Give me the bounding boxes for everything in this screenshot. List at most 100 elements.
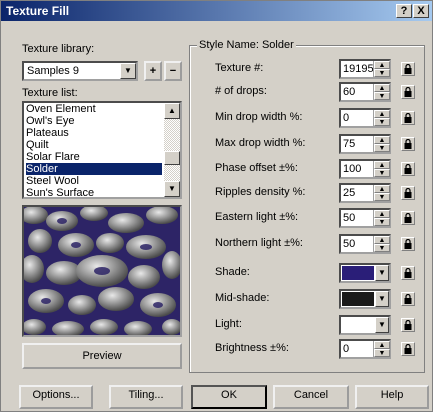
color-picker[interactable]: ▼	[339, 315, 391, 335]
lock-button[interactable]	[401, 85, 415, 99]
param-spinbox[interactable]: 19195 ▲ ▼	[339, 59, 391, 79]
spin-up-icon[interactable]: ▲	[374, 110, 390, 118]
color-label: Light:	[215, 318, 242, 330]
options-button[interactable]: Options...	[19, 385, 93, 409]
cancel-button[interactable]: Cancel	[273, 385, 349, 409]
list-item[interactable]: Plateaus	[26, 127, 69, 139]
lock-button[interactable]	[401, 342, 415, 356]
param-spinbox[interactable]: 50 ▲ ▼	[339, 234, 391, 254]
spin-buttons[interactable]: ▲ ▼	[373, 185, 390, 201]
lock-icon	[404, 87, 412, 97]
ok-button[interactable]: OK	[191, 385, 267, 409]
spin-up-icon[interactable]: ▲	[374, 236, 390, 244]
list-scrollbar[interactable]: ▲ ▼	[164, 103, 180, 197]
lock-button[interactable]	[401, 162, 415, 176]
color-picker[interactable]: ▼	[339, 263, 391, 283]
spin-buttons[interactable]: ▲ ▼	[373, 210, 390, 226]
lock-button[interactable]	[401, 292, 415, 306]
texture-list-label: Texture list:	[22, 87, 78, 99]
lock-button[interactable]	[401, 237, 415, 251]
spin-buttons[interactable]: ▲ ▼	[373, 110, 390, 126]
spin-down-icon[interactable]: ▼	[374, 169, 390, 177]
chevron-down-icon[interactable]: ▼	[120, 63, 136, 79]
spin-down-icon[interactable]: ▼	[374, 69, 390, 77]
lock-button[interactable]	[401, 111, 415, 125]
color-label: Shade:	[215, 266, 250, 278]
close-icon: X	[417, 5, 425, 17]
list-item[interactable]: Steel Wool	[26, 175, 79, 187]
param-value: 75	[343, 138, 356, 150]
spin-down-icon[interactable]: ▼	[374, 144, 390, 152]
spin-up-icon[interactable]: ▲	[374, 185, 390, 193]
spin-up-icon[interactable]: ▲	[374, 161, 390, 169]
param-label: Northern light ±%:	[215, 237, 303, 249]
texture-library-label: Texture library:	[22, 43, 95, 55]
lock-button[interactable]	[401, 186, 415, 200]
param-spinbox[interactable]: 25 ▲ ▼	[339, 183, 391, 203]
spin-up-icon[interactable]: ▲	[374, 136, 390, 144]
minus-icon: −	[169, 65, 177, 77]
spin-up-icon[interactable]: ▲	[374, 210, 390, 218]
list-item-selected[interactable]: Solder	[26, 163, 162, 175]
chevron-down-icon[interactable]: ▼	[375, 265, 389, 281]
param-value: 100	[343, 163, 362, 175]
spin-buttons[interactable]: ▲ ▼	[373, 236, 390, 252]
chevron-down-icon[interactable]: ▼	[375, 291, 389, 307]
spin-buttons[interactable]: ▲ ▼	[373, 341, 390, 357]
lock-button[interactable]	[401, 266, 415, 280]
param-spinbox[interactable]: 0 ▲ ▼	[339, 108, 391, 128]
param-label: Max drop width %:	[215, 137, 306, 149]
chevron-down-icon[interactable]: ▼	[375, 317, 389, 333]
add-library-button[interactable]: +	[144, 61, 162, 81]
scroll-down-icon[interactable]: ▼	[164, 181, 180, 197]
lock-button[interactable]	[401, 137, 415, 151]
scroll-up-icon[interactable]: ▲	[164, 103, 180, 119]
lock-button[interactable]	[401, 62, 415, 76]
spin-down-icon[interactable]: ▼	[374, 218, 390, 226]
texture-list[interactable]: Oven Element Owl's Eye Plateaus Quilt So…	[22, 101, 182, 199]
spin-up-icon[interactable]: ▲	[374, 84, 390, 92]
remove-library-button[interactable]: −	[164, 61, 182, 81]
param-spinbox[interactable]: 75 ▲ ▼	[339, 134, 391, 154]
lock-icon	[404, 320, 412, 330]
spin-down-icon[interactable]: ▼	[374, 118, 390, 126]
help-button[interactable]: Help	[355, 385, 429, 409]
param-value: 25	[343, 187, 356, 199]
spin-up-icon[interactable]: ▲	[374, 61, 390, 69]
color-picker[interactable]: ▼	[339, 289, 391, 309]
spin-buttons[interactable]: ▲ ▼	[373, 61, 390, 77]
plus-icon: +	[149, 65, 157, 77]
lock-icon	[404, 239, 412, 249]
help-title-button[interactable]: ?	[396, 4, 412, 18]
scroll-thumb[interactable]	[164, 151, 180, 165]
param-value: 19195	[343, 63, 374, 75]
list-item[interactable]: Sun's Surface	[26, 187, 94, 197]
spin-down-icon[interactable]: ▼	[374, 92, 390, 100]
texture-preview-graphic	[24, 207, 180, 335]
list-item[interactable]: Quilt	[26, 139, 49, 151]
spin-buttons[interactable]: ▲ ▼	[373, 84, 390, 100]
preview-button[interactable]: Preview	[22, 343, 182, 369]
param-label: Eastern light ±%:	[215, 211, 299, 223]
title-bar[interactable]: Texture Fill ? X	[1, 1, 432, 21]
brightness-spinbox[interactable]: 0 ▲ ▼	[339, 339, 391, 359]
spin-buttons[interactable]: ▲ ▼	[373, 136, 390, 152]
list-item[interactable]: Owl's Eye	[26, 115, 75, 127]
color-swatch	[342, 266, 374, 280]
brightness-label: Brightness ±%:	[215, 342, 289, 354]
param-spinbox[interactable]: 50 ▲ ▼	[339, 208, 391, 228]
spin-down-icon[interactable]: ▼	[374, 349, 390, 357]
texture-library-select[interactable]: Samples 9 ▼	[22, 61, 138, 81]
list-item[interactable]: Solar Flare	[26, 151, 80, 163]
lock-button[interactable]	[401, 318, 415, 332]
param-spinbox[interactable]: 60 ▲ ▼	[339, 82, 391, 102]
param-spinbox[interactable]: 100 ▲ ▼	[339, 159, 391, 179]
list-item[interactable]: Oven Element	[26, 103, 96, 115]
spin-up-icon[interactable]: ▲	[374, 341, 390, 349]
close-title-button[interactable]: X	[413, 4, 429, 18]
spin-buttons[interactable]: ▲ ▼	[373, 161, 390, 177]
tiling-button[interactable]: Tiling...	[109, 385, 183, 409]
spin-down-icon[interactable]: ▼	[374, 193, 390, 201]
spin-down-icon[interactable]: ▼	[374, 244, 390, 252]
lock-button[interactable]	[401, 211, 415, 225]
